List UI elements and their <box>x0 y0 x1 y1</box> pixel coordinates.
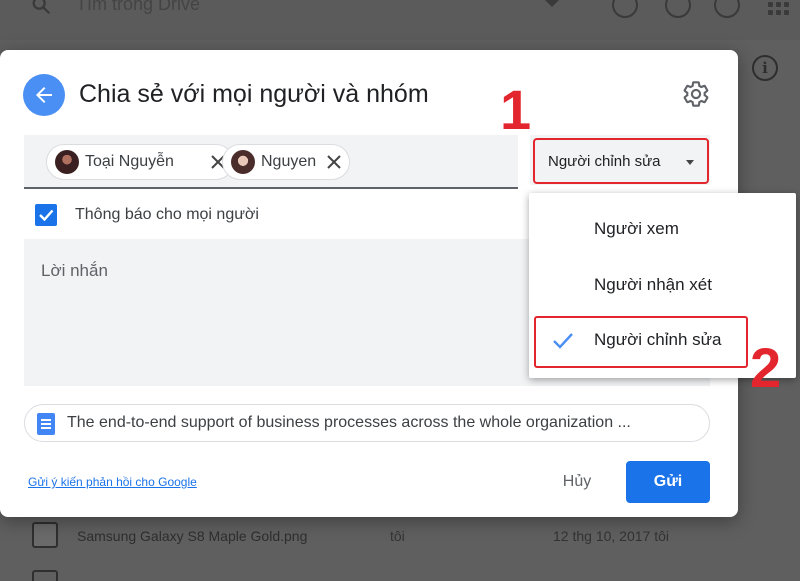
drive-topbar: Tìm trong Drive <box>0 0 800 40</box>
menu-item-commenter[interactable]: Người nhận xét <box>529 260 796 310</box>
back-button[interactable] <box>23 74 65 116</box>
message-placeholder: Lời nhắn <box>41 261 108 280</box>
menu-item-viewer[interactable]: Người xem <box>529 204 796 254</box>
menu-item-label: Người nhận xét <box>594 275 712 294</box>
dialog-title: Chia sẻ với mọi người và nhóm <box>79 80 429 108</box>
file-modified-date: 12 thg 10, 2017 tôi <box>553 528 669 544</box>
details-info-icon[interactable]: i <box>752 55 778 81</box>
annotation-highlight-box <box>533 138 709 184</box>
google-docs-icon <box>37 413 55 435</box>
shared-document-chip: The end-to-end support of business proce… <box>24 404 710 442</box>
image-file-icon <box>32 522 58 548</box>
recipient-name: Nguyen <box>261 153 317 170</box>
avatar <box>231 150 255 174</box>
annotation-step-2: 2 <box>750 336 782 399</box>
apps-grid-icon[interactable] <box>768 0 790 16</box>
file-icon <box>32 570 58 581</box>
drive-search-input[interactable]: Tìm trong Drive <box>76 0 200 15</box>
menu-item-label: Người xem <box>594 219 679 238</box>
notify-checkbox[interactable] <box>35 204 57 226</box>
checkmark-icon <box>39 209 54 222</box>
search-icon <box>32 0 51 15</box>
offline-status-icon[interactable] <box>612 0 638 18</box>
share-settings-gear-icon[interactable] <box>682 80 710 108</box>
send-button[interactable]: Gửi <box>626 461 710 503</box>
file-name: Samsung Galaxy S8 Maple Gold.png <box>77 528 308 544</box>
annotation-step-1: 1 <box>500 78 532 141</box>
recipient-chip[interactable]: Toại Nguyễn <box>46 144 234 180</box>
file-row[interactable]: Samsung Galaxy S8 Maple Gold.png tôi 12 … <box>0 510 800 560</box>
document-title: The end-to-end support of business proce… <box>67 414 631 431</box>
recipient-chip[interactable]: Nguyen <box>222 144 350 180</box>
arrow-back-icon <box>36 87 52 103</box>
notify-label: Thông báo cho mọi người <box>75 206 259 223</box>
search-options-caret-icon[interactable] <box>545 0 559 7</box>
file-owner: tôi <box>390 528 405 544</box>
recipient-name: Toại Nguyễn <box>85 153 174 170</box>
remove-recipient-close-icon[interactable] <box>325 153 343 171</box>
settings-gear-icon[interactable] <box>714 0 740 18</box>
annotation-highlight-box <box>534 316 748 368</box>
help-icon[interactable] <box>665 0 691 18</box>
recipients-field[interactable]: Toại Nguyễn Nguyen <box>24 135 518 189</box>
feedback-link[interactable]: Gửi ý kiến phản hồi cho Google <box>28 475 197 489</box>
cancel-button[interactable]: Hủy <box>546 462 608 502</box>
avatar <box>55 150 79 174</box>
